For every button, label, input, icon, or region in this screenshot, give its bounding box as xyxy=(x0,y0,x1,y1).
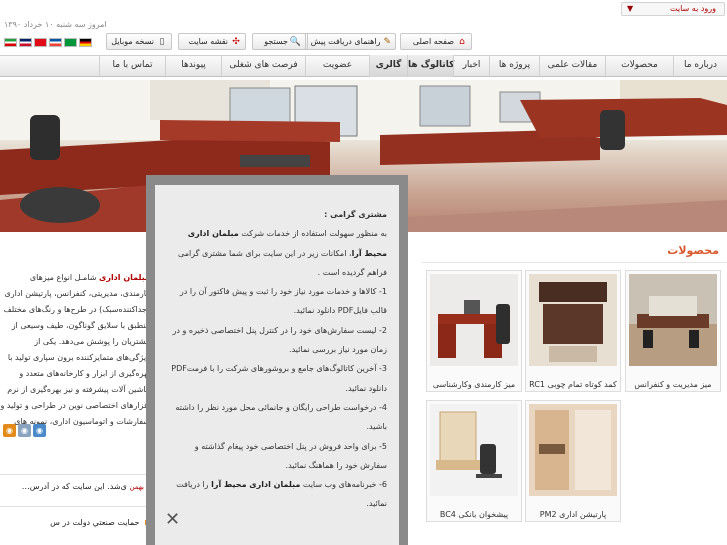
mobile-icon: ▯ xyxy=(159,36,165,47)
modal-item: 4- درخواست طراحی رایگان و جانمائی محل مو… xyxy=(175,402,387,432)
language-flags xyxy=(4,38,92,47)
close-icon[interactable]: ✕ xyxy=(165,509,180,529)
nav-item[interactable]: اخبار xyxy=(453,55,489,77)
flag-arabic-icon[interactable] xyxy=(64,38,77,47)
product-card[interactable]: پیشخوان بانکی BC4 xyxy=(426,400,522,522)
main-nav: درباره ما محصولات مقالات علمی پروژه ها اخبار… xyxy=(0,55,727,77)
news-text: ی‌شد. این سایت که در آدرس… xyxy=(21,482,127,491)
intro-body: شامـل انواع میزهای کارمندی، مدیریتی، کنف… xyxy=(0,273,150,426)
modal-item: 5- برای واحد فروش در پنل اختصاصی خود پیغ… xyxy=(194,441,387,470)
intro-text: مبلمان اداری شامـل انواع میزهای کارمندی،… xyxy=(0,270,150,430)
product-image xyxy=(430,274,518,366)
nav-item[interactable]: تماس با ما xyxy=(99,55,165,77)
home-icon: ⌂ xyxy=(459,36,465,47)
flag-turkey-icon[interactable] xyxy=(34,38,47,47)
flag-germany-icon[interactable] xyxy=(79,38,92,47)
product-caption: کمد کوتاه تمام چوبی RC1 xyxy=(529,380,617,389)
flag-iran-icon[interactable] xyxy=(4,38,17,47)
nav-item[interactable]: فرصت های شغلی xyxy=(221,55,305,77)
product-image xyxy=(529,404,617,496)
pencil-icon: ✎ xyxy=(383,36,391,47)
login-label: ورود به سایت xyxy=(670,4,716,13)
product-image xyxy=(430,404,518,496)
nav-item[interactable]: مقالات علمی xyxy=(539,55,605,77)
nav-item[interactable]: کاتالوگ ها xyxy=(407,55,454,77)
modal-intro: به منظور سهولت استفاده از خدمات شرکت مبل… xyxy=(167,224,387,282)
modal-item6-a: 6- خبرنامه‌های وب سایت xyxy=(302,480,387,490)
modal-intro-a: به منظور سهولت استفاده از خدمات شرکت xyxy=(241,229,387,239)
search-icon: 🔍 xyxy=(289,36,301,47)
product-card[interactable]: کمد کوتاه تمام چوبی RC1 xyxy=(525,270,621,392)
news-item[interactable]: ۵ بهمن ی‌شد. این سایت که در آدرس… xyxy=(0,482,150,491)
flag-uk-icon[interactable] xyxy=(19,38,32,47)
search-button[interactable]: 🔍 جستجو xyxy=(252,33,306,50)
search-label: جستجو xyxy=(264,37,288,46)
nav-item[interactable]: محصولات xyxy=(605,55,673,77)
product-caption: میز کارمندی وکارشناسی xyxy=(432,380,516,389)
rss-icon[interactable]: ◉ xyxy=(33,424,46,437)
date-text: امروز سه شنبه ۱۰ خرداد ۱۳۹۰ xyxy=(4,20,107,29)
divider xyxy=(0,506,150,507)
mobile-label: نسخه موبایل xyxy=(111,37,154,46)
nav-item[interactable]: پروژه ها xyxy=(489,55,539,77)
product-card[interactable]: میز کارمندی وکارشناسی xyxy=(426,270,522,392)
news-item[interactable]: حمایت صنعتي دولت در س xyxy=(0,518,150,527)
modal-item: 3- آخرین کاتالوگ‌های جامع و بروشورهای شر… xyxy=(171,364,387,393)
product-caption: میز مدیریت و کنفرانس xyxy=(634,380,712,389)
modal-item: 2- لیست سفارش‌های خود را در کنترل پنل اخ… xyxy=(172,325,387,355)
product-caption: پارتیشن اداری PM2 xyxy=(539,510,607,519)
product-caption: پیشخوان بانکی BC4 xyxy=(439,510,509,519)
sitemap-icon: ✣ xyxy=(232,36,240,47)
modal-content: مشتری گرامی : به منظور سهولت استفاده از … xyxy=(155,185,399,545)
nav-item[interactable]: پیوندها xyxy=(165,55,221,77)
welcome-modal: مشتری گرامی : به منظور سهولت استفاده از … xyxy=(146,175,408,545)
modal-item: 6- خبرنامه‌های وب سایت مبلمان اداری محیط… xyxy=(167,475,387,514)
news-text: حمایت صنعتي دولت در س xyxy=(50,518,140,527)
nav-item[interactable]: درباره ما xyxy=(673,55,727,77)
sitemap-button[interactable]: ✣ نقشه سایت xyxy=(178,33,246,50)
product-image xyxy=(629,274,717,366)
products-title: محصولات xyxy=(667,244,719,257)
home-button[interactable]: ⌂ صفحه اصلی xyxy=(400,33,472,50)
rss-icon[interactable]: ◉ xyxy=(18,424,31,437)
flag-france-icon[interactable] xyxy=(49,38,62,47)
intro-brand: مبلمان اداری xyxy=(99,273,150,282)
dropdown-arrow-icon: ▼ xyxy=(627,4,634,13)
mobile-version-button[interactable]: ▯ نسخه موبایل xyxy=(106,33,172,50)
login-button[interactable]: ورود به سایت ▼ xyxy=(621,2,725,16)
product-image xyxy=(529,274,617,366)
divider xyxy=(422,262,727,263)
modal-item6-brand: مبلمان اداری محیط آرا xyxy=(211,480,301,490)
home-label: صفحه اصلی xyxy=(412,37,454,46)
divider xyxy=(0,474,150,475)
product-card[interactable]: پارتیشن اداری PM2 xyxy=(525,400,621,522)
page: ورود به سایت ▼ امروز سه شنبه ۱۰ خرداد ۱۳… xyxy=(0,0,727,545)
nav-item[interactable]: گالری xyxy=(369,55,407,77)
product-card[interactable]: میز مدیریت و کنفرانس xyxy=(625,270,721,392)
modal-greeting: مشتری گرامی : xyxy=(324,210,387,219)
sitemap-label: نقشه سایت xyxy=(188,37,228,46)
rss-icon[interactable]: ◉ xyxy=(3,424,16,437)
modal-item: 1- کالاها و خدمات مورد نیاز خود را ثبت و… xyxy=(179,287,387,316)
rss-links: ◉ ◉ ◉ xyxy=(3,424,46,437)
nav-item[interactable]: عضویت xyxy=(305,55,369,77)
